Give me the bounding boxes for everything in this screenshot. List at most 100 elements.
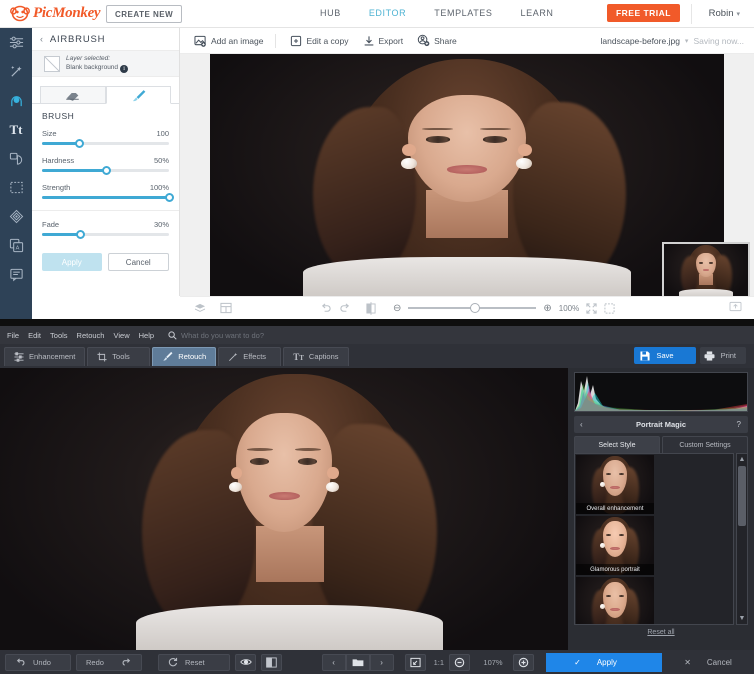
notes-icon[interactable]: [0, 260, 32, 289]
menu-view[interactable]: View: [113, 331, 129, 340]
save-button[interactable]: Save: [634, 347, 696, 364]
zoom-out-button[interactable]: ⊖: [393, 303, 401, 314]
size-slider[interactable]: [42, 139, 169, 148]
menu-file[interactable]: File: [7, 331, 19, 340]
reset-button[interactable]: Reset: [158, 653, 230, 671]
effects-wand-icon[interactable]: [0, 57, 32, 86]
adjustments-icon[interactable]: [0, 28, 32, 57]
menu-edit[interactable]: Edit: [28, 331, 41, 340]
filename-label[interactable]: landscape-before.jpg: [601, 36, 680, 46]
open-folder-button[interactable]: [345, 653, 370, 671]
preset-item[interactable]: Overall enhancement: [576, 455, 654, 514]
zoom-in-button[interactable]: ⊕: [543, 303, 551, 314]
textures-icon[interactable]: [0, 202, 32, 231]
apply-button[interactable]: ✓ Apply: [546, 652, 662, 672]
user-menu[interactable]: Robin ▾: [709, 8, 740, 19]
tab-tools[interactable]: Tools: [87, 346, 151, 366]
tab-captions[interactable]: TT Captions: [283, 346, 349, 366]
nav-item-learn[interactable]: LEARN: [521, 8, 554, 18]
strength-slider[interactable]: [42, 193, 174, 202]
search-box[interactable]: What do you want to do?: [168, 331, 264, 340]
nav-item-editor[interactable]: EDITOR: [369, 8, 406, 18]
text-icon[interactable]: Tt: [0, 115, 32, 144]
apply-button[interactable]: Apply: [42, 253, 102, 271]
graphics-icon[interactable]: [0, 144, 32, 173]
grid-icon[interactable]: [220, 302, 232, 314]
picmonkey-canvas[interactable]: [180, 54, 754, 300]
back-arrow-icon[interactable]: ‹: [580, 420, 583, 429]
edited-image[interactable]: [210, 54, 724, 296]
scroll-up-icon[interactable]: ▲: [737, 454, 747, 465]
tab-retouch[interactable]: Retouch: [152, 346, 217, 366]
cancel-button[interactable]: Cancel: [107, 253, 169, 271]
zoom-in-button[interactable]: [513, 653, 534, 671]
nav-item-hub[interactable]: HUB: [320, 8, 341, 18]
menu-retouch[interactable]: Retouch: [77, 331, 105, 340]
one-to-one-button[interactable]: 1:1: [434, 658, 444, 667]
cancel-button[interactable]: ✕ Cancel: [662, 653, 754, 672]
tab-custom-settings[interactable]: Custom Settings: [662, 436, 748, 453]
layers-icon[interactable]: [194, 303, 206, 314]
fade-value: 30%: [153, 220, 169, 229]
compare-icon[interactable]: [366, 301, 376, 315]
share-button[interactable]: Share: [417, 34, 457, 47]
eraser-tab[interactable]: [40, 86, 106, 104]
info-icon[interactable]: i: [120, 65, 129, 74]
fade-slider[interactable]: [42, 230, 169, 239]
redo-icon[interactable]: [339, 303, 351, 314]
apply-label: Apply: [596, 657, 617, 667]
help-icon[interactable]: ?: [737, 420, 741, 429]
free-trial-button[interactable]: FREE TRIAL: [606, 4, 680, 22]
tab-effects[interactable]: Effects: [218, 346, 282, 366]
zoom-slider[interactable]: [408, 303, 537, 313]
strength-value: 100%: [149, 183, 169, 192]
search-input[interactable]: What do you want to do?: [181, 331, 264, 340]
save-label: Save: [656, 351, 674, 360]
undo-icon: [16, 658, 25, 666]
navigator-thumbnail[interactable]: [662, 242, 750, 300]
picmonkey-logo[interactable]: PicMonkey: [10, 4, 101, 22]
add-an-image-button[interactable]: Add an image: [194, 35, 263, 47]
print-button[interactable]: Print: [699, 347, 746, 364]
panel-divider: [32, 210, 179, 211]
tab-enhancement[interactable]: Enhancement: [4, 346, 86, 366]
split-compare-icon[interactable]: [261, 653, 282, 671]
brush-section-title: BRUSH: [42, 111, 75, 121]
nav-item-templates[interactable]: TEMPLATES: [434, 8, 492, 18]
create-new-button[interactable]: CREATE NEW: [106, 5, 183, 23]
upload-icon[interactable]: [729, 299, 742, 317]
scrollbar-thumb[interactable]: [738, 466, 746, 526]
scroll-down-icon[interactable]: ▼: [737, 613, 747, 624]
undo-button[interactable]: Undo: [5, 653, 71, 671]
reset-all-link[interactable]: Reset all: [574, 629, 748, 636]
preset-scrollbar[interactable]: ▲ ▼: [736, 453, 748, 625]
fit-screen-icon[interactable]: [404, 653, 426, 671]
preset-grid[interactable]: Overall enhancement Glamorous portrait S…: [574, 453, 734, 625]
dark-photo-editor-app: File Edit Tools Retouch View Help What d…: [0, 326, 754, 674]
actual-size-icon[interactable]: [604, 302, 615, 314]
next-image-button[interactable]: ›: [369, 653, 394, 671]
export-button[interactable]: Export: [363, 35, 403, 47]
save-disk-icon: [640, 350, 651, 361]
preset-item[interactable]: Slight enhancement: [576, 577, 654, 624]
frames-icon[interactable]: [0, 173, 32, 202]
menu-help[interactable]: Help: [139, 331, 154, 340]
touch-up-icon[interactable]: [0, 86, 32, 115]
preset-item[interactable]: Glamorous portrait: [576, 516, 654, 575]
zoom-out-button[interactable]: [449, 653, 470, 671]
tab-select-style[interactable]: Select Style: [574, 436, 660, 453]
prev-image-button[interactable]: ‹: [321, 653, 346, 671]
preview-eye-icon[interactable]: [235, 653, 256, 671]
hardness-slider[interactable]: [42, 166, 169, 175]
themes-icon[interactable]: A: [0, 231, 32, 260]
dark-editor-canvas[interactable]: [0, 368, 568, 650]
back-arrow-icon[interactable]: ‹: [40, 34, 44, 44]
redo-button[interactable]: Redo: [76, 653, 142, 671]
edit-a-copy-button[interactable]: Edit a copy: [290, 35, 349, 47]
chevron-down-icon[interactable]: ▾: [685, 37, 689, 45]
saving-status: Saving now...: [693, 35, 744, 46]
undo-icon[interactable]: [320, 303, 332, 314]
fit-screen-icon[interactable]: [586, 302, 597, 314]
brush-tab[interactable]: [105, 86, 171, 104]
menu-tools[interactable]: Tools: [50, 331, 68, 340]
